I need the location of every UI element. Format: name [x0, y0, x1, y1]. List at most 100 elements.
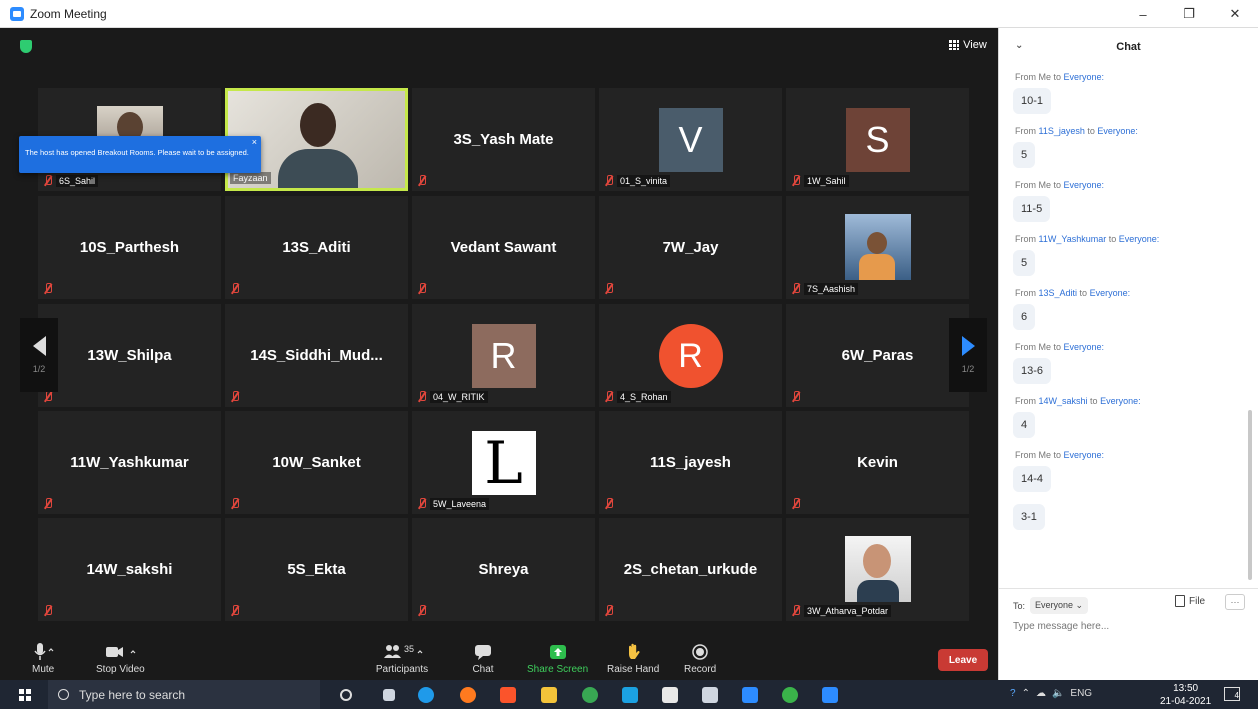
participant-tile[interactable]: Shreya — [412, 518, 595, 621]
participant-tile[interactable]: 7S_Aashish — [786, 196, 969, 299]
record-button[interactable]: Record — [684, 642, 716, 675]
participant-tile[interactable]: S 1W_Sahil — [786, 88, 969, 191]
muted-mic-icon — [230, 283, 240, 294]
participants-button[interactable]: Participants — [372, 642, 432, 675]
firefox-icon[interactable] — [460, 687, 476, 703]
participant-label: 5W_Laveena — [430, 498, 490, 510]
chat-title: Chat — [1116, 41, 1141, 53]
whatsapp-icon[interactable] — [782, 687, 798, 703]
help-icon[interactable]: ? — [1010, 688, 1016, 699]
zoom-taskbar-icon[interactable] — [822, 687, 838, 703]
participant-tile[interactable]: 5S_Ekta — [225, 518, 408, 621]
recipient-select[interactable]: Everyone ⌄ — [1030, 597, 1089, 614]
participant-tile[interactable]: 13S_Aditi — [225, 196, 408, 299]
message-bubble: 14-4 — [1013, 466, 1052, 492]
language-indicator[interactable]: ENG — [1070, 688, 1092, 699]
participant-tile[interactable]: 14W_sakshi — [38, 518, 221, 621]
edge-browser-icon[interactable] — [418, 687, 434, 703]
volume-icon[interactable]: 🔈 — [1052, 688, 1064, 699]
muted-mic-icon — [417, 605, 427, 616]
cortana-icon[interactable] — [340, 689, 352, 701]
share-screen-button[interactable]: Share Screen — [527, 642, 588, 675]
shield-icon[interactable] — [20, 40, 32, 53]
message-bubble: 13-6 — [1013, 358, 1052, 384]
network-icon[interactable]: ☁ — [1036, 688, 1046, 699]
participant-name: 5S_Ekta — [287, 561, 346, 578]
message-bubble: 6 — [1013, 304, 1036, 330]
avatar: R — [471, 324, 536, 388]
participant-tile[interactable]: 3W_Atharva_Potdar — [786, 518, 969, 621]
participant-label: 7S_Aashish — [804, 283, 859, 295]
participant-tile[interactable]: 3S_Yash Mate — [412, 88, 595, 191]
close-icon[interactable]: × — [252, 137, 257, 147]
view-label: View — [963, 39, 987, 51]
participant-tile[interactable]: 11W_Yashkumar — [38, 411, 221, 514]
more-options-button[interactable]: ··· — [1225, 594, 1245, 610]
participant-label: 1W_Sahil — [804, 175, 849, 187]
participant-tile[interactable]: V 01_S_vinita — [599, 88, 782, 191]
chat-scrollbar[interactable] — [1248, 410, 1252, 580]
window-title: Zoom Meeting — [30, 6, 107, 21]
store-icon[interactable] — [662, 687, 678, 703]
stop-video-button[interactable]: Stop Video — [96, 642, 145, 675]
participant-tile[interactable]: Vedant Sawant — [412, 196, 595, 299]
muted-mic-icon — [791, 175, 801, 186]
participant-tile[interactable]: 14S_Siddhi_Mud... — [225, 304, 408, 407]
windows-start-icon[interactable] — [19, 689, 31, 701]
message-bubble: 11-5 — [1013, 196, 1051, 222]
dropbox-icon[interactable] — [702, 687, 718, 703]
muted-mic-icon — [43, 498, 53, 509]
participant-label: 4_S_Rohan — [617, 391, 671, 403]
participant-tile[interactable]: R 4_S_Rohan — [599, 304, 782, 407]
participant-tile[interactable]: 10W_Sanket — [225, 411, 408, 514]
taskbar-search[interactable]: Type here to search — [48, 680, 320, 709]
taskbar-clock[interactable]: 13:50 21-04-2021 — [1160, 682, 1211, 708]
participant-name: 6W_Paras — [841, 347, 914, 364]
muted-mic-icon — [791, 391, 801, 402]
vscode-icon[interactable] — [622, 687, 638, 703]
chevron-down-icon[interactable]: ⌄ — [1015, 40, 1023, 51]
chat-button[interactable]: Chat — [472, 642, 494, 675]
raise-hand-button[interactable]: Raise Hand — [607, 642, 659, 675]
file-button[interactable]: File — [1175, 595, 1205, 607]
chrome-icon[interactable] — [582, 687, 598, 703]
breakout-notification: The host has opened Breakout Rooms. Plea… — [19, 136, 261, 173]
brave-browser-icon[interactable] — [500, 687, 516, 703]
participant-photo — [844, 536, 911, 602]
participant-tile[interactable]: Kevin — [786, 411, 969, 514]
participant-tile[interactable]: 2S_chetan_urkude — [599, 518, 782, 621]
participants-count: 35 — [404, 644, 415, 654]
message-header: From 14W_sakshi to Everyone: — [1015, 396, 1141, 406]
participant-tile[interactable]: 11S_jayesh — [599, 411, 782, 514]
notification-center-icon[interactable]: 4 — [1224, 687, 1240, 701]
muted-mic-icon — [230, 605, 240, 616]
participant-tile[interactable]: L 5W_Laveena — [412, 411, 595, 514]
chat-input[interactable]: Type message here... — [1013, 621, 1109, 632]
task-view-icon[interactable] — [383, 689, 395, 701]
mail-icon[interactable] — [742, 687, 758, 703]
participant-tile[interactable]: 7W_Jay — [599, 196, 782, 299]
maximize-button[interactable]: ❐ — [1166, 0, 1212, 28]
participant-tile[interactable]: 10S_Parthesh — [38, 196, 221, 299]
leave-button[interactable]: Leave — [938, 649, 988, 671]
minimize-button[interactable]: – — [1120, 0, 1166, 28]
avatar: S — [845, 108, 910, 172]
close-button[interactable]: ✕ — [1212, 0, 1258, 28]
participant-tile[interactable]: 6W_Paras — [786, 304, 969, 407]
muted-mic-icon — [604, 605, 614, 616]
view-button[interactable]: View — [944, 35, 992, 55]
participant-name: 13W_Shilpa — [87, 347, 172, 364]
avatar: L — [471, 429, 536, 497]
participant-tile[interactable]: R 04_W_RITIK — [412, 304, 595, 407]
muted-mic-icon — [604, 175, 614, 186]
share-screen-label: Share Screen — [527, 664, 589, 675]
participant-tile[interactable]: 13W_Shilpa — [38, 304, 221, 407]
participant-name: 3S_Yash Mate — [453, 131, 554, 148]
next-page-button[interactable]: 1/2 — [949, 318, 987, 392]
prev-page-button[interactable]: 1/2 — [20, 318, 58, 392]
file-explorer-icon[interactable] — [541, 687, 557, 703]
muted-mic-icon — [791, 283, 801, 294]
chevron-up-icon[interactable]: ⌃ — [1022, 688, 1030, 699]
mute-button[interactable]: Mute — [32, 642, 54, 675]
chat-compose: To: Everyone ⌄ File ··· Type message her… — [999, 588, 1258, 680]
